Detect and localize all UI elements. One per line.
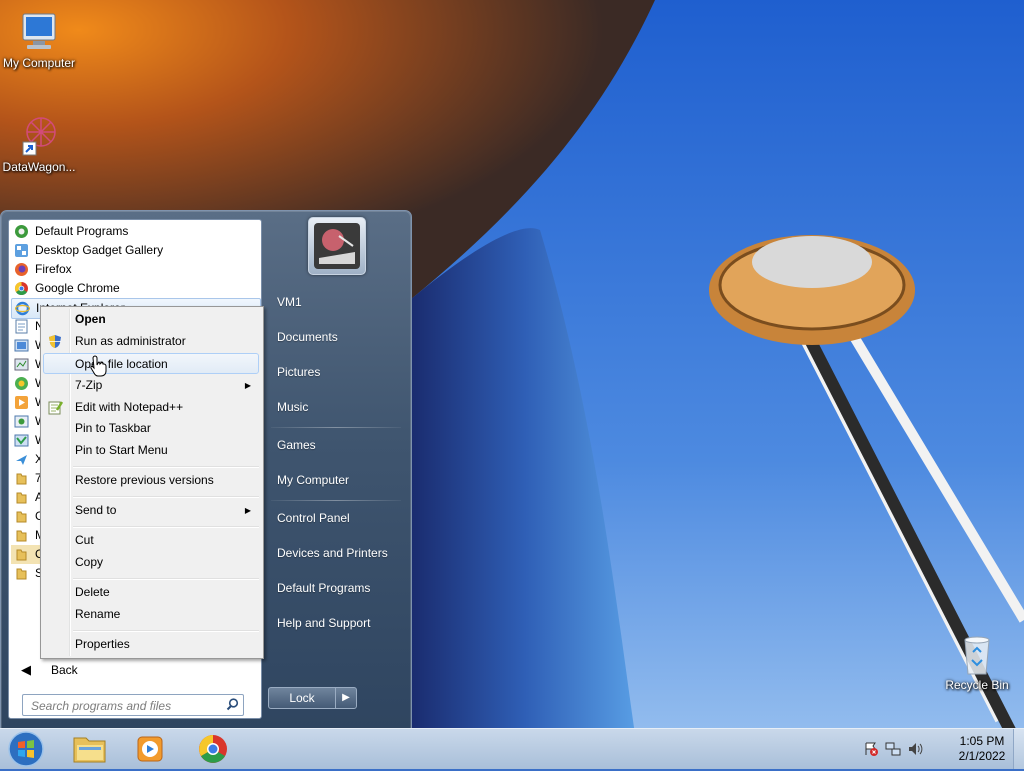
- volume-icon[interactable]: [907, 741, 923, 757]
- clock[interactable]: 1:05 PM 2/1/2022: [950, 734, 1014, 764]
- chrome-icon: [14, 281, 28, 296]
- folder-icon: [16, 549, 27, 561]
- back-label: Back: [51, 663, 78, 677]
- menu-item-delete[interactable]: Delete: [43, 582, 259, 603]
- menu-separator: [73, 526, 259, 528]
- start-right-pictures[interactable]: Pictures: [269, 357, 405, 387]
- gadget-gallery-icon: [15, 244, 28, 257]
- separator: [271, 500, 401, 501]
- uac-shield-icon: [49, 335, 61, 348]
- taskbar-media-player-button[interactable]: [124, 731, 174, 767]
- computer-icon: [22, 13, 56, 49]
- desktop-icon-label: DataWagon...: [2, 160, 76, 174]
- menu-item-edit-with-notepadpp[interactable]: Edit with Notepad++: [43, 397, 259, 418]
- search-icon[interactable]: [226, 698, 239, 711]
- menu-item-pin-to-taskbar[interactable]: Pin to Taskbar: [43, 418, 259, 439]
- chevron-right-icon: ▶: [342, 692, 350, 703]
- start-button[interactable]: [6, 730, 46, 768]
- windows-logo-icon: [8, 731, 44, 767]
- menu-item-rename[interactable]: Rename: [43, 604, 259, 625]
- desktop-icon-label: My Computer: [2, 56, 76, 70]
- start-right-help-and-support[interactable]: Help and Support: [269, 608, 405, 638]
- menu-separator: [73, 630, 259, 632]
- menu-separator: [73, 466, 259, 468]
- context-menu: Open Run as administrator Open file loca…: [40, 306, 264, 659]
- taskbar-chrome-button[interactable]: [188, 731, 238, 767]
- start-right-my-computer[interactable]: My Computer: [269, 465, 405, 495]
- start-right-vm1[interactable]: VM1: [269, 287, 405, 317]
- back-button[interactable]: ◀ Back: [11, 660, 259, 680]
- start-right-devices-and-printers[interactable]: Devices and Printers: [269, 538, 405, 568]
- desktop-icon-label: Recycle Bin: [945, 678, 1009, 692]
- datawagon-icon: [22, 117, 56, 156]
- back-arrow-icon: ◀: [21, 662, 31, 677]
- user-avatar[interactable]: [308, 217, 366, 275]
- notepad-icon: [15, 319, 28, 334]
- system-tray: 1:05 PM 2/1/2022: [859, 729, 1024, 769]
- menu-separator: [73, 496, 259, 498]
- program-icon: [14, 434, 29, 447]
- separator: [271, 427, 401, 428]
- start-right-games[interactable]: Games: [269, 430, 405, 460]
- folder-icon: [16, 492, 27, 504]
- start-right-music[interactable]: Music: [269, 392, 405, 422]
- program-desktop-gadget-gallery[interactable]: Desktop Gadget Gallery: [11, 241, 259, 260]
- explorer-icon: [73, 737, 106, 763]
- taskbar: 1:05 PM 2/1/2022: [0, 728, 1024, 769]
- media-icon: [15, 396, 28, 409]
- menu-item-send-to[interactable]: Send to ▶: [43, 500, 259, 521]
- desktop-icon-datawagon[interactable]: DataWagon...: [0, 112, 78, 174]
- program-icon: [14, 358, 29, 371]
- menu-item-7zip[interactable]: 7-Zip ▶: [43, 375, 259, 396]
- start-right-documents[interactable]: Documents: [269, 322, 405, 352]
- user-picture-icon: [314, 223, 360, 269]
- media-player-icon: [137, 736, 163, 762]
- folder-icon: [16, 473, 27, 485]
- menu-item-copy[interactable]: Copy: [43, 552, 259, 573]
- lock-button[interactable]: Lock: [268, 687, 336, 709]
- program-firefox[interactable]: Firefox: [11, 260, 259, 279]
- firefox-icon: [15, 263, 28, 276]
- action-center-icon[interactable]: [863, 741, 879, 757]
- hand-cursor-icon: [90, 355, 107, 377]
- clock-date: 2/1/2022: [958, 749, 1006, 763]
- desktop-icon-my-computer[interactable]: My Computer: [0, 10, 78, 70]
- network-icon[interactable]: [885, 741, 901, 757]
- menu-item-properties[interactable]: Properties: [43, 634, 259, 655]
- submenu-arrow-icon: ▶: [244, 506, 251, 515]
- folder-icon: [16, 568, 27, 580]
- menu-item-cut[interactable]: Cut: [43, 530, 259, 551]
- show-desktop-button[interactable]: [1013, 729, 1024, 769]
- program-default-programs[interactable]: Default Programs: [11, 222, 259, 241]
- folder-icon: [16, 530, 27, 542]
- start-right-control-panel[interactable]: Control Panel: [269, 503, 405, 533]
- clock-time: 1:05 PM: [959, 734, 1005, 748]
- ie-icon: [15, 301, 30, 316]
- program-icon: [14, 339, 29, 352]
- program-icon: [16, 455, 27, 465]
- search-input[interactable]: [29, 697, 223, 714]
- shutdown-options-button[interactable]: ▶: [335, 687, 357, 709]
- folder-icon: [16, 511, 27, 523]
- program-google-chrome[interactable]: Google Chrome: [11, 279, 259, 298]
- desktop-icon-recycle-bin[interactable]: Recycle Bin: [938, 632, 1016, 692]
- program-icon: [15, 377, 28, 390]
- menu-item-open[interactable]: Open: [43, 309, 259, 330]
- program-icon: [14, 415, 29, 428]
- start-right-default-programs[interactable]: Default Programs: [269, 573, 405, 603]
- menu-separator: [73, 578, 259, 580]
- menu-item-pin-to-start-menu[interactable]: Pin to Start Menu: [43, 440, 259, 461]
- menu-item-run-as-administrator[interactable]: Run as administrator: [43, 331, 259, 352]
- chrome-icon: [199, 735, 227, 763]
- submenu-arrow-icon: ▶: [244, 381, 251, 390]
- menu-item-restore-previous-versions[interactable]: Restore previous versions: [43, 470, 259, 491]
- notepadpp-icon: [48, 401, 63, 415]
- taskbar-explorer-button[interactable]: [65, 731, 115, 767]
- search-box[interactable]: [22, 694, 244, 716]
- recycle-bin-icon: [964, 636, 990, 675]
- menu-item-open-file-location[interactable]: Open file location: [43, 353, 259, 374]
- default-programs-icon: [15, 225, 28, 238]
